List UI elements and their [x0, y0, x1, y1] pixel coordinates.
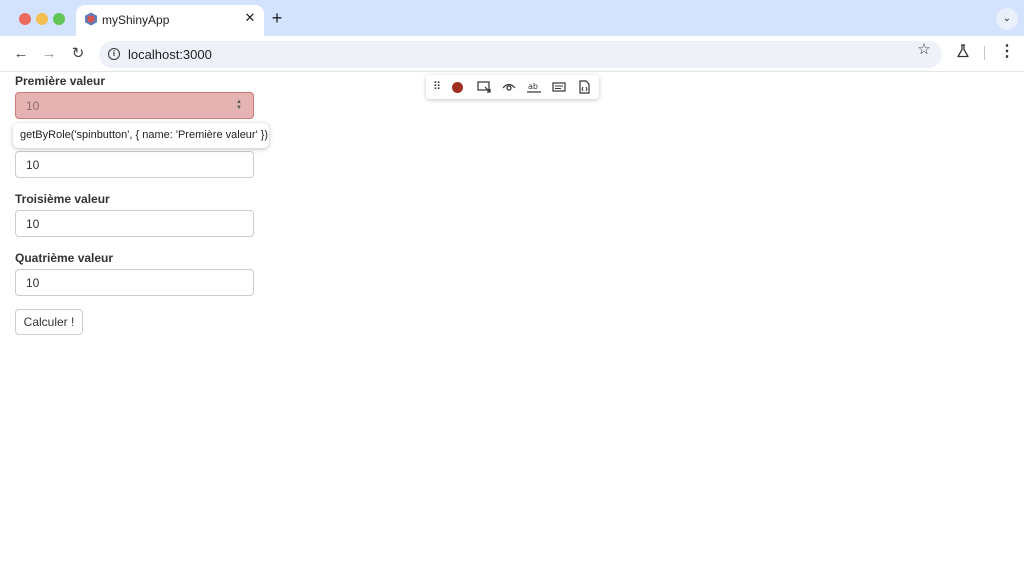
field-label-4: Quatrième valeur: [15, 251, 114, 265]
address-bar[interactable]: i localhost:3000: [99, 41, 942, 68]
minimize-window-button[interactable]: [36, 13, 48, 25]
drag-handle-icon[interactable]: ⠿: [429, 79, 445, 95]
field-label-3: Troisième valeur: [15, 192, 110, 206]
app-favicon-icon: [85, 12, 97, 26]
browser-tab[interactable]: myShinyApp ✕: [76, 5, 264, 36]
fourth-value-text: 10: [26, 276, 40, 290]
record-icon[interactable]: [452, 82, 463, 93]
labs-flask-icon[interactable]: [955, 43, 971, 59]
assert-value-icon[interactable]: [551, 79, 567, 95]
spinner-arrows-icon[interactable]: ▲ ▼: [235, 99, 243, 112]
tab-search-chevron-icon[interactable]: ⌄: [996, 8, 1018, 30]
third-value-text: 10: [26, 217, 40, 231]
first-value-input[interactable]: 10 ▲ ▼: [15, 92, 254, 119]
fourth-value-input[interactable]: 10: [15, 269, 254, 296]
tab-close-icon[interactable]: ✕: [242, 10, 258, 26]
first-value-text: 10: [26, 99, 40, 113]
tab-title: myShinyApp: [102, 13, 170, 27]
calculate-button[interactable]: Calculer !: [15, 309, 83, 335]
assert-snapshot-icon[interactable]: [576, 79, 592, 95]
forward-arrow-icon[interactable]: →: [38, 43, 60, 65]
more-menu-icon[interactable]: ⋮: [999, 43, 1015, 61]
url-text[interactable]: localhost:3000: [128, 47, 212, 62]
zoom-window-button[interactable]: [53, 13, 65, 25]
bookmark-star-icon[interactable]: ☆: [916, 42, 932, 58]
locator-tooltip: getByRole('spinbutton', { name: 'Premièr…: [13, 123, 269, 148]
back-arrow-icon[interactable]: ←: [10, 43, 32, 65]
reload-icon[interactable]: ↻: [67, 43, 89, 65]
new-tab-button[interactable]: +: [268, 9, 286, 27]
close-window-button[interactable]: [19, 13, 31, 25]
page-content: Première valeur 10 ▲ ▼ 10 Troisième valeu…: [0, 72, 1024, 582]
second-value-input[interactable]: 10: [15, 151, 254, 178]
tab-strip: myShinyApp ✕ + ⌄: [0, 0, 1024, 36]
recorder-toolbar: ⠿ ab: [426, 75, 599, 99]
toolbar-separator: [984, 46, 985, 60]
assert-visibility-eye-icon[interactable]: [501, 79, 517, 95]
field-label-1: Première valeur: [15, 74, 106, 88]
third-value-input[interactable]: 10: [15, 210, 254, 237]
browser-toolbar: ← → ↻ i localhost:3000: [0, 36, 1024, 72]
svg-text:ab: ab: [528, 82, 538, 91]
site-info-icon[interactable]: i: [108, 48, 120, 60]
pick-locator-icon[interactable]: [476, 79, 492, 95]
second-value-text: 10: [26, 158, 40, 172]
browser-window: myShinyApp ✕ + ⌄ ← → ↻ i localhost:3000 …: [0, 0, 1024, 582]
assert-text-icon[interactable]: ab: [526, 79, 542, 95]
